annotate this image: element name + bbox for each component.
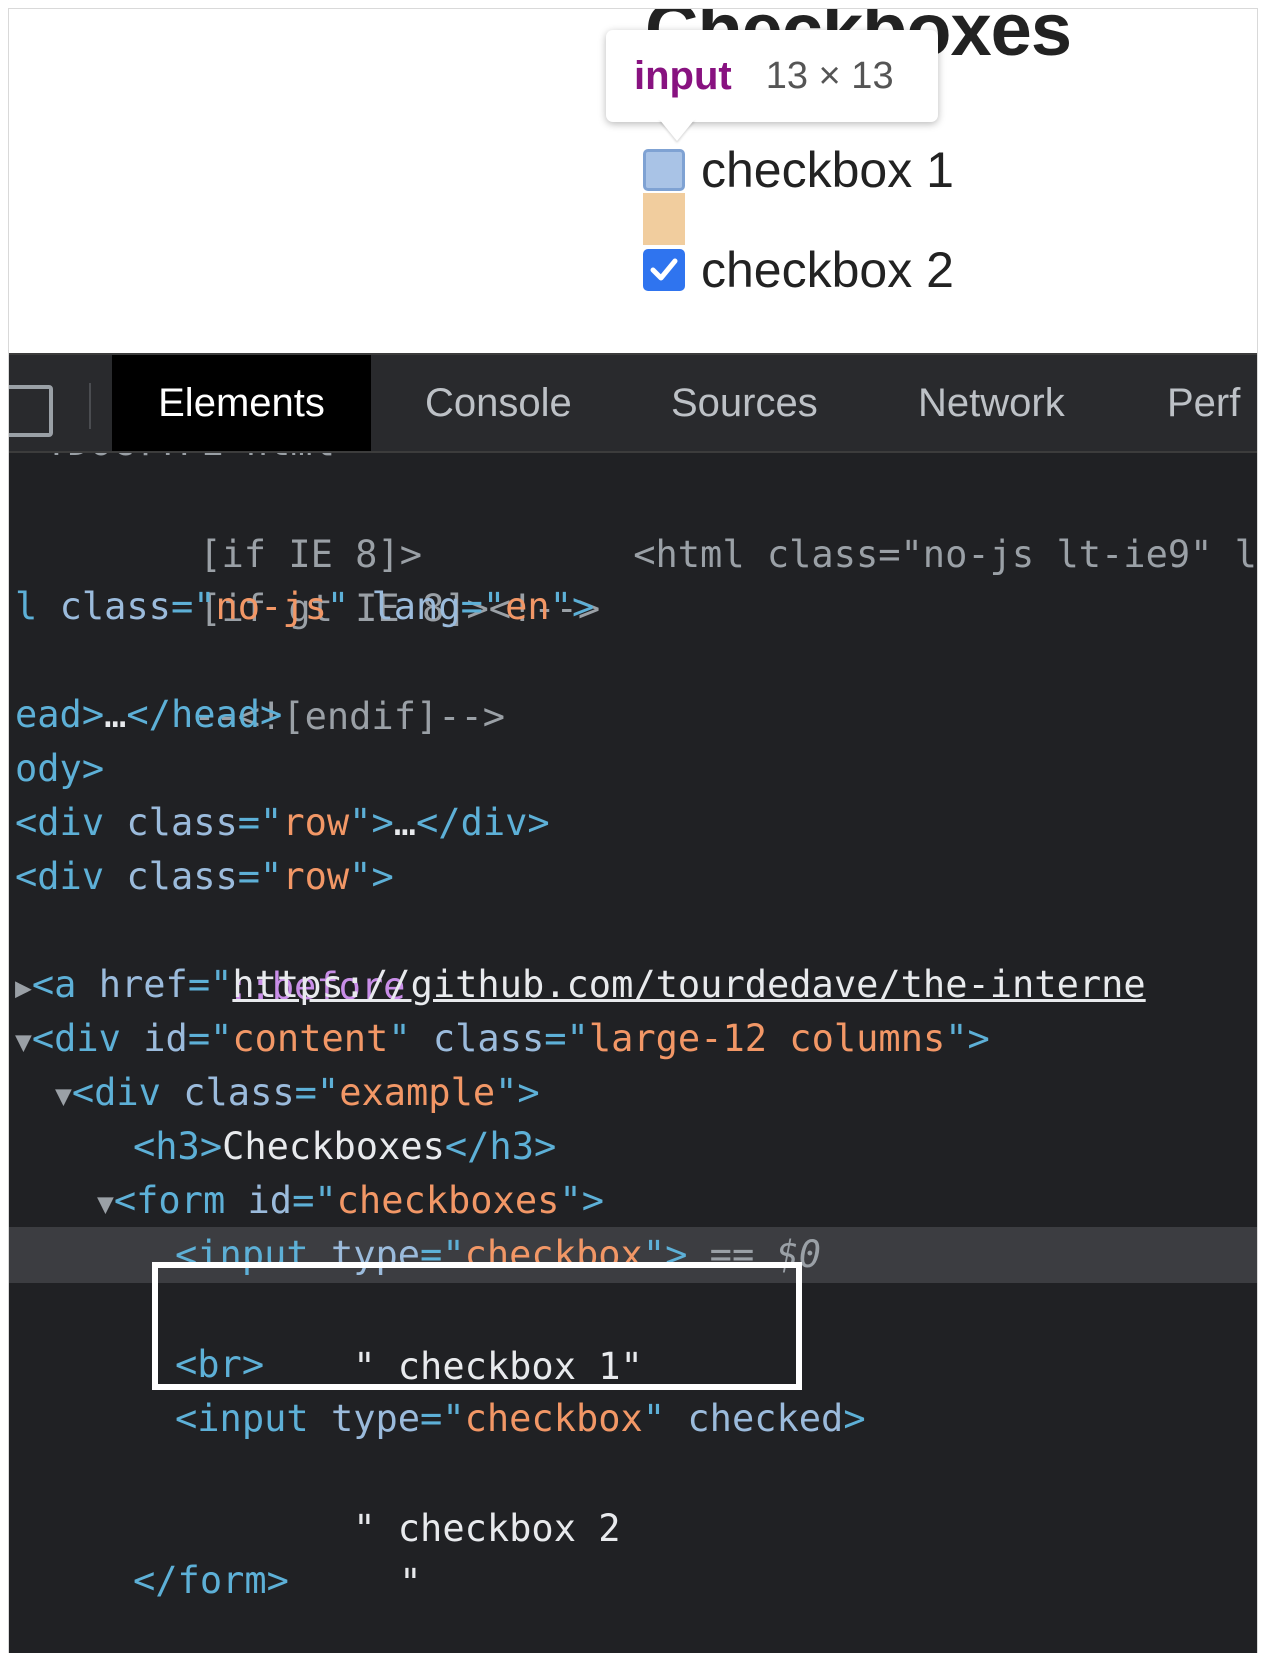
checkbox-1-label: checkbox 1 bbox=[701, 142, 954, 198]
dom-line[interactable]: <input type="checkbox" checked> bbox=[175, 1391, 866, 1447]
dom-line[interactable]: <div class="row"> bbox=[15, 849, 394, 905]
tab-elements[interactable]: Elements bbox=[112, 355, 371, 451]
checkbox-row-1: checkbox 1 bbox=[643, 142, 954, 198]
dom-line[interactable]: <h3>Checkboxes</h3> bbox=[133, 1119, 556, 1175]
dom-line-clipped: <!DOCTYPE html> bbox=[23, 453, 357, 471]
dom-line[interactable]: [if gt IE 8]><!--> bbox=[21, 525, 600, 630]
checkmark-icon bbox=[650, 258, 678, 281]
devtools-tabbar: Elements Console Sources Network Perf bbox=[9, 353, 1257, 453]
dom-line[interactable]: " bbox=[221, 1499, 421, 1604]
dom-line[interactable]: <div class="row">…</div> bbox=[15, 795, 550, 851]
dom-line[interactable]: ody> bbox=[15, 741, 104, 797]
checkbox-2-label: checkbox 2 bbox=[701, 242, 954, 298]
checkbox-2[interactable] bbox=[643, 249, 685, 291]
dom-line[interactable]: ead>…</head> bbox=[15, 687, 282, 743]
dom-line[interactable]: ::before bbox=[49, 903, 405, 1008]
expanded-triangle-icon[interactable]: ▼ bbox=[97, 1187, 114, 1220]
dom-line[interactable]: ▶<a href="https://github.com/tourdedave/… bbox=[15, 957, 1146, 1013]
dom-line[interactable]: ▼<div id="content" class="large-12 colum… bbox=[15, 1011, 990, 1067]
dom-line[interactable]: <br> bbox=[175, 1337, 264, 1393]
collapsed-triangle-icon[interactable]: ▶ bbox=[15, 971, 32, 1004]
dom-line[interactable]: " checkbox 2 bbox=[175, 1445, 620, 1550]
dom-line-selected[interactable]: <input type="checkbox"> == $0 bbox=[9, 1227, 1257, 1283]
tab-network[interactable]: Network bbox=[918, 355, 1065, 451]
dom-line[interactable]: l class="no-js" lang="en"> bbox=[15, 579, 594, 635]
tab-performance[interactable]: Perf bbox=[1167, 355, 1240, 451]
expanded-triangle-icon[interactable]: ▼ bbox=[15, 1025, 32, 1058]
dom-line[interactable]: --<![endif]--> bbox=[15, 633, 505, 738]
dock-side-icon[interactable] bbox=[9, 385, 53, 437]
expanded-triangle-icon[interactable]: ▼ bbox=[55, 1079, 72, 1112]
tooltip-tag: input bbox=[634, 53, 732, 98]
dom-line[interactable]: " checkbox 1" bbox=[175, 1283, 643, 1388]
tab-sources[interactable]: Sources bbox=[671, 355, 818, 451]
page-viewport: Checkboxes checkbox 1 checkbox 2 input 1… bbox=[9, 9, 1257, 353]
dom-line[interactable]: ▼<form id="checkboxes"> bbox=[97, 1173, 604, 1229]
tooltip-size: 13 × 13 bbox=[765, 54, 894, 97]
tab-console[interactable]: Console bbox=[425, 355, 572, 451]
browser-frame: Checkboxes checkbox 1 checkbox 2 input 1… bbox=[8, 8, 1258, 1653]
checkbox-1[interactable] bbox=[643, 149, 685, 191]
dom-line[interactable]: [if IE 8]> bbox=[21, 471, 422, 576]
devtools-panel: Elements Console Sources Network Perf <!… bbox=[9, 353, 1257, 1653]
tooltip-arrow bbox=[659, 119, 695, 141]
dom-line[interactable]: ▼<div class="example"> bbox=[55, 1065, 540, 1121]
checkbox-row-2: checkbox 2 bbox=[643, 242, 954, 298]
inspect-tooltip: input 13 × 13 bbox=[606, 30, 938, 122]
dom-line[interactable]: <html class="no-js lt-ie9" lang=" bbox=[455, 471, 1257, 576]
dom-tree: <!DOCTYPE html> [if IE 8]> <html class="… bbox=[9, 453, 1257, 1653]
margin-overlay bbox=[643, 193, 685, 245]
tab-separator bbox=[89, 383, 91, 429]
dom-line[interactable]: </form> bbox=[133, 1553, 289, 1609]
